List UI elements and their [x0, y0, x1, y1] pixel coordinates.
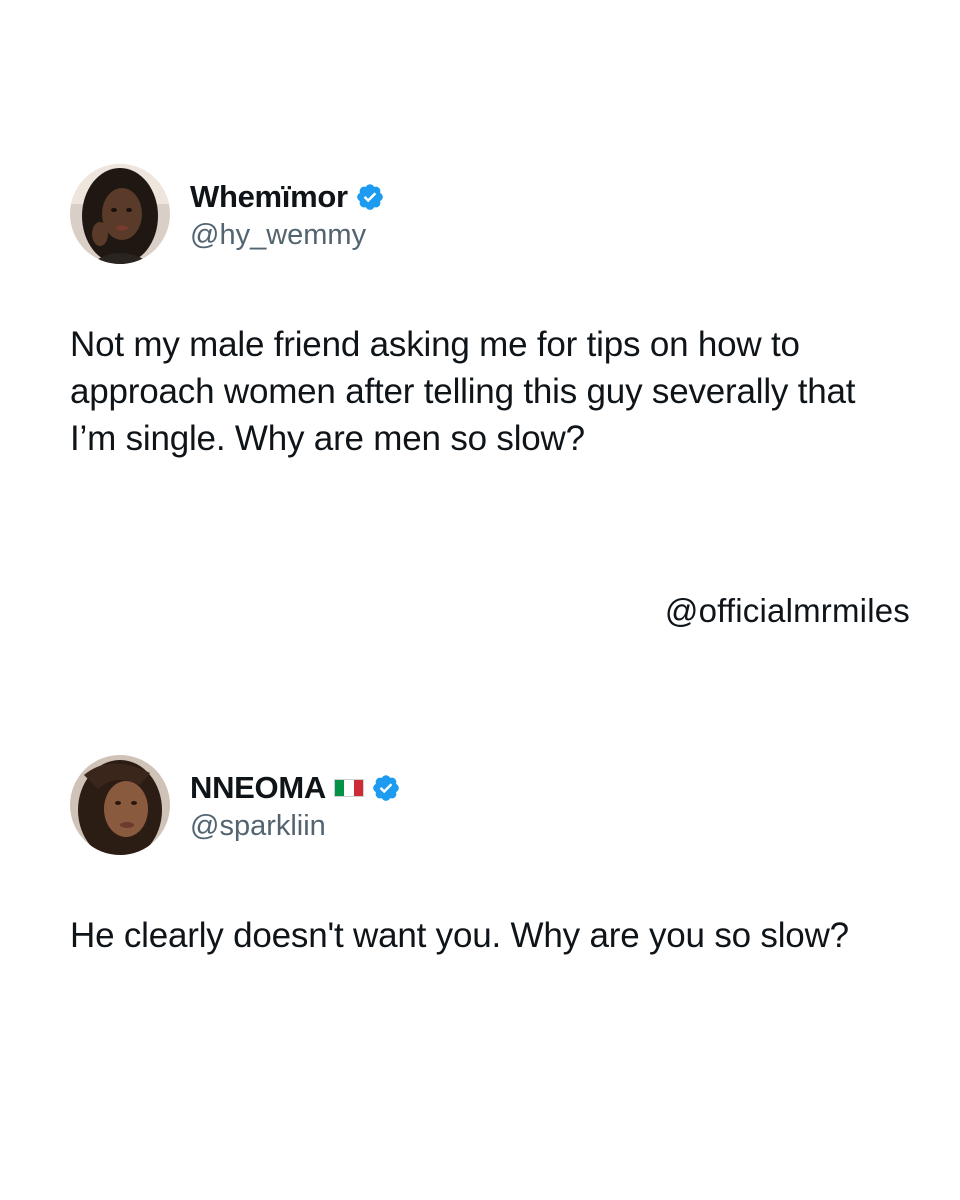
italy-flag-icon — [333, 778, 364, 797]
display-name[interactable]: NNEOMA — [190, 770, 326, 806]
tweet-header: Whemïmor @hy_wemmy — [70, 163, 910, 265]
tweet-text: He clearly doesn't want you. Why are you… — [70, 916, 849, 955]
tweet-card-2: NNEOMA @sparkliin He clearly doesn't wan… — [70, 754, 910, 959]
tweet-author: Whemïmor @hy_wemmy — [190, 177, 385, 252]
verified-badge-icon — [356, 183, 383, 210]
flag-stripe — [344, 779, 354, 796]
flag-stripe — [334, 779, 345, 796]
avatar-photo-icon — [70, 755, 170, 855]
tweet-card-1: Whemïmor @hy_wemmy Not my male friend as… — [70, 163, 910, 462]
avatar[interactable] — [70, 755, 170, 855]
handle[interactable]: @sparkliin — [190, 810, 401, 843]
tweet-author: NNEOMA @sparkliin — [190, 768, 401, 843]
avatar[interactable] — [70, 164, 170, 264]
tweet-header: NNEOMA @sparkliin — [70, 754, 910, 856]
tweet-text: Not my male friend asking me for tips on… — [70, 325, 856, 458]
verified-badge-icon — [373, 774, 399, 801]
avatar-photo-icon — [70, 164, 170, 264]
flag-stripe — [353, 779, 363, 796]
handle[interactable]: @hy_wemmy — [190, 219, 385, 252]
watermark-handle: @officialmrmiles — [664, 592, 910, 629]
display-name[interactable]: Whemïmor — [190, 179, 348, 215]
